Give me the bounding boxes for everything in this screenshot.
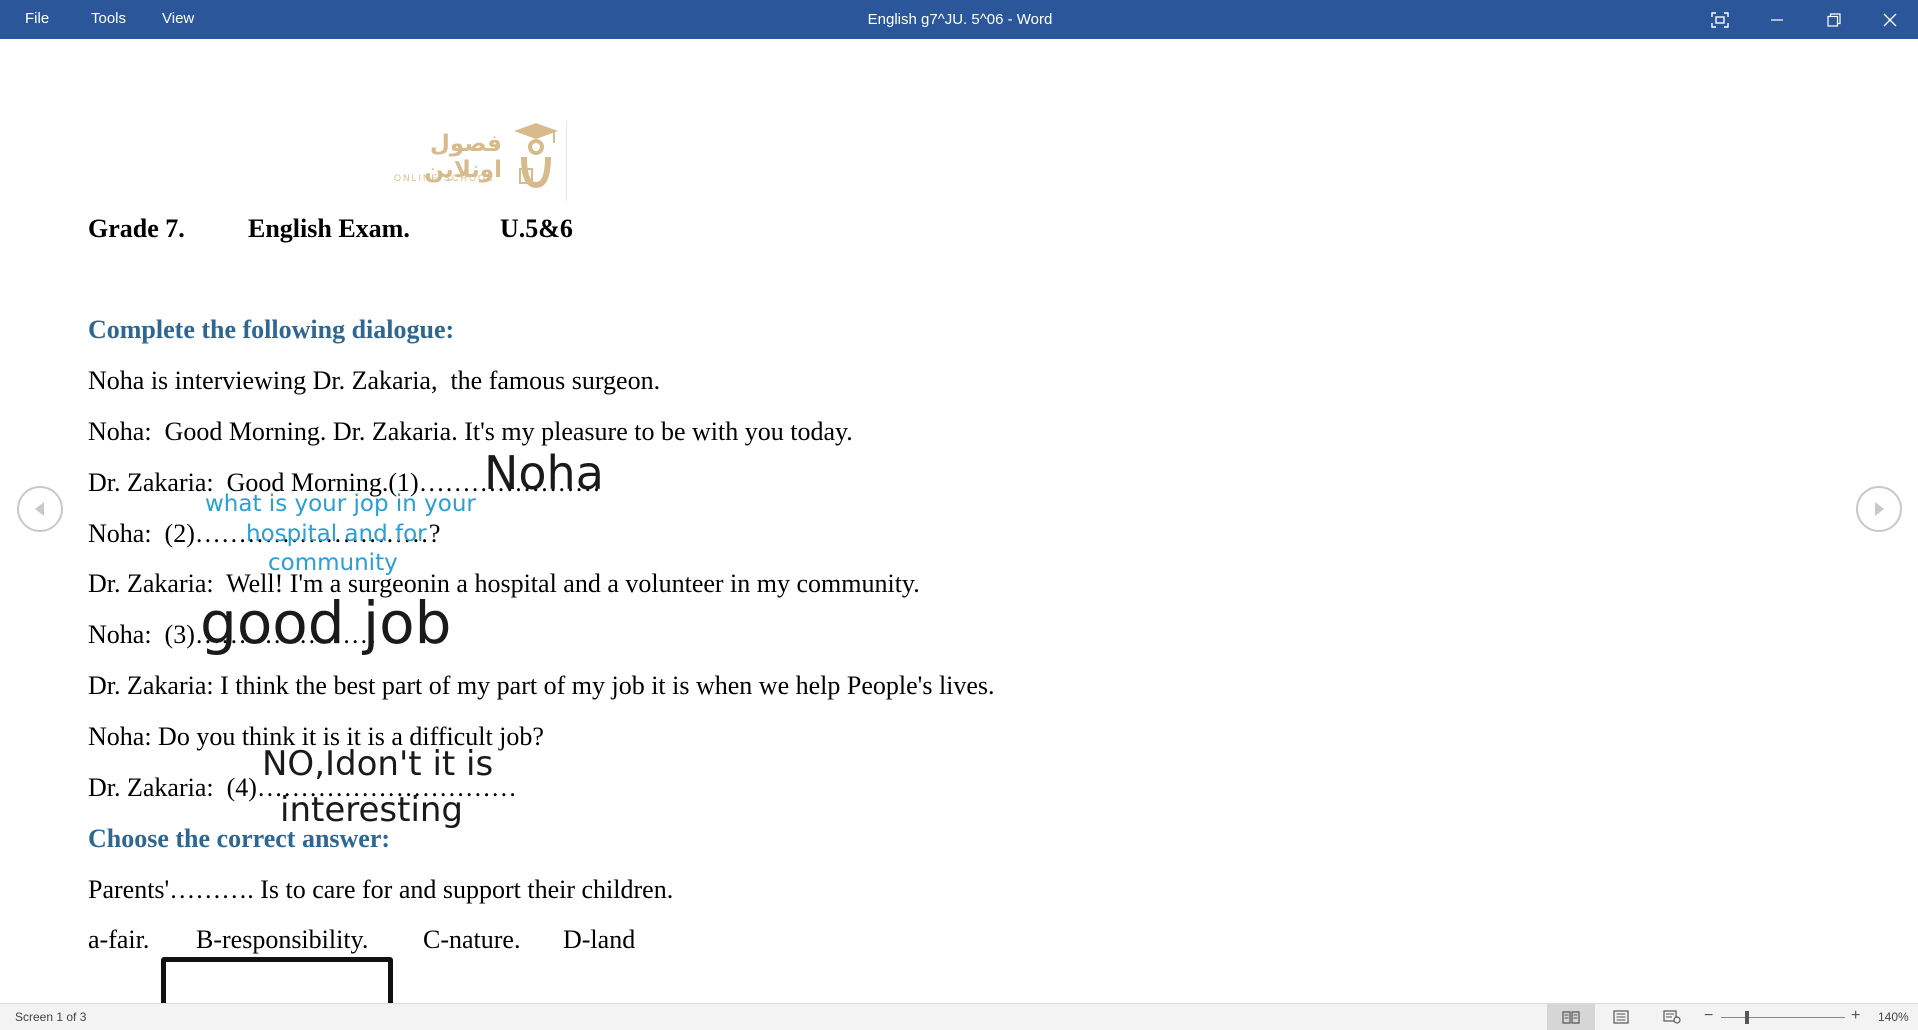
chevron-left-circle-icon [35,502,44,516]
next-page-button[interactable] [1856,486,1902,532]
read-mode-button[interactable] [1547,1004,1595,1030]
handwritten-answer-4-line-1: NO,Idon't it is [262,744,494,784]
option-a: a-fair. [88,925,150,954]
question-text: Parents'………. Is to care for and support … [88,875,674,904]
page-layout-icon [1613,1010,1629,1024]
restore-icon [1827,12,1841,27]
handwritten-answer-2-line-1: what is your jop in your [205,491,476,517]
handwritten-answer-2-line-2: hospital and for [246,521,427,547]
section-heading-dialogue: Complete the following dialogue: [88,315,455,344]
logo-english-text: ONLINE SCHOOL [393,173,495,183]
minimize-icon [1771,18,1783,21]
zoom-out-button[interactable]: − [1704,1007,1713,1025]
exam-title: English Exam. [248,214,410,243]
option-c: C-nature. [423,925,521,954]
handwritten-answer-3: good job [200,589,452,657]
logo: فصول اونلاين ONLINE SCHOOL [362,121,570,201]
zoom-in-button[interactable]: + [1851,1007,1860,1025]
document-page: فصول اونلاين ONLINE SCHOOL Grade 7. Engl… [0,39,1918,1021]
web-layout-icon [1663,1010,1681,1024]
exam-grade: Grade 7. [88,214,185,243]
print-layout-button[interactable] [1597,1004,1645,1030]
dialogue-line: Dr. Zakaria: I think the best part of my… [88,671,995,700]
option-d: D-land [563,925,636,954]
book-icon [1562,1011,1580,1024]
dialogue-line: Noha: Good Morning. Dr. Zakaria. It's my… [88,417,853,446]
menu-file[interactable]: File [17,0,57,39]
fullscreen-button[interactable] [1692,0,1748,39]
close-button[interactable] [1862,0,1918,39]
web-layout-button[interactable] [1648,1004,1696,1030]
zoom-slider-track[interactable] [1721,1017,1845,1018]
zoom-level[interactable]: 140% [1878,1010,1909,1024]
handwritten-answer-4-line-2: interesting [280,790,464,830]
graduation-cap-icon [514,123,558,189]
window-title: English g7^JU. 5^06 - Word [867,11,1053,28]
close-icon [1883,13,1897,26]
handwritten-answer-1: Noha [484,446,604,500]
chevron-right-circle-icon [1875,502,1884,516]
dialogue-line: Noha is interviewing Dr. Zakaria, the fa… [88,366,661,395]
fullscreen-icon [1711,11,1729,28]
option-b: B-responsibility. [196,925,369,954]
restore-button[interactable] [1806,0,1862,39]
menu-tools[interactable]: Tools [83,0,134,39]
zoom-slider-thumb[interactable] [1745,1011,1749,1024]
exam-units: U.5&6 [500,214,573,243]
previous-page-button[interactable] [17,486,63,532]
page-indicator: Screen 1 of 3 [15,1010,87,1024]
logo-divider [566,121,567,201]
title-bar: File Tools View English g7^JU. 5^06 - Wo… [0,0,1918,39]
minimize-button[interactable] [1749,0,1805,39]
status-bar: Screen 1 of 3 − + 140% [0,1003,1918,1030]
handwritten-answer-2-line-3: community [268,550,398,576]
menu-view[interactable]: View [154,0,202,39]
